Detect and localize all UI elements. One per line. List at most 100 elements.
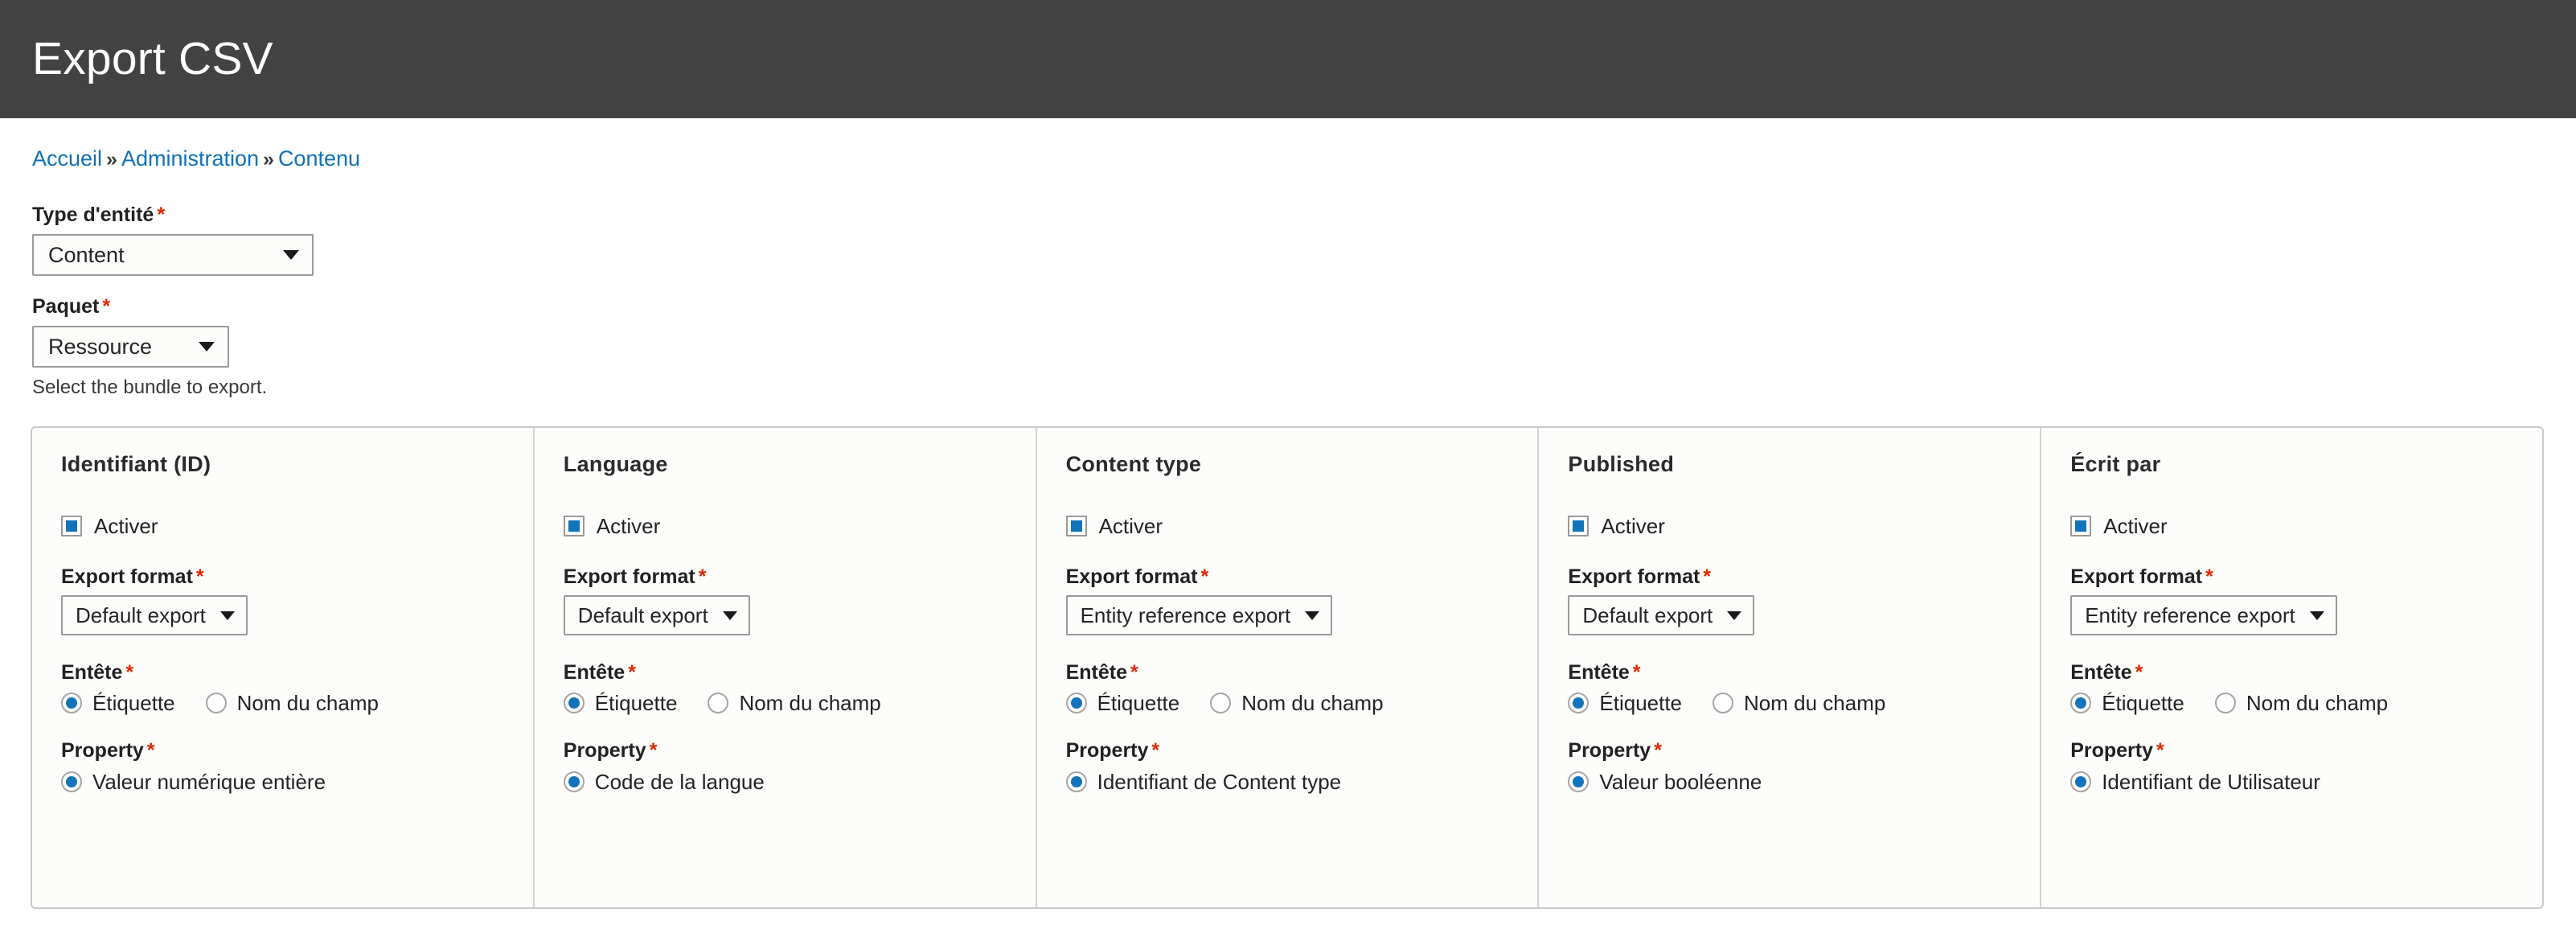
chevron-down-icon bbox=[2309, 610, 2324, 620]
header-option-nom-du-champ[interactable]: Nom du champ bbox=[1713, 693, 1885, 713]
export-format-select[interactable]: Entity reference export bbox=[2070, 595, 2337, 635]
header-option-nom-du-champ[interactable]: Nom du champ bbox=[708, 691, 881, 715]
radio-icon[interactable] bbox=[1065, 693, 1087, 713]
radio-icon[interactable] bbox=[61, 771, 82, 792]
header-label: Entête * bbox=[563, 661, 636, 684]
radio-icon[interactable] bbox=[563, 693, 585, 713]
page-title: Export CSV bbox=[32, 33, 273, 84]
property-label: Property * bbox=[563, 739, 658, 762]
page-header: Export CSV bbox=[0, 0, 2576, 118]
field-column-title: Content type bbox=[1065, 452, 1202, 476]
enable-checkbox-row[interactable]: Activer bbox=[61, 516, 533, 536]
enable-checkbox-row[interactable]: Activer bbox=[2070, 516, 2542, 536]
entity-type-label: Type d'entité * bbox=[32, 205, 2576, 225]
radio-icon[interactable] bbox=[1568, 693, 1589, 713]
radio-icon[interactable] bbox=[1065, 771, 1087, 792]
field-column: Identifiant (ID) Activer Export format * … bbox=[32, 428, 535, 907]
bundle-description: Select the bundle to export. bbox=[32, 376, 268, 398]
breadcrumb-separator: » bbox=[106, 148, 117, 171]
breadcrumb-link-contenu[interactable]: Contenu bbox=[278, 146, 360, 171]
enable-checkbox-row[interactable]: Activer bbox=[1065, 514, 1538, 538]
header-label: Entête * bbox=[2070, 661, 2143, 684]
breadcrumb-link-administration[interactable]: Administration bbox=[121, 146, 259, 171]
export-format-value: Default export bbox=[577, 602, 708, 627]
radio-icon[interactable] bbox=[1210, 693, 1232, 713]
header-option-label: Étiquette bbox=[1097, 691, 1180, 715]
header-option-etiquette[interactable]: Étiquette bbox=[1065, 691, 1180, 715]
enable-checkbox[interactable] bbox=[61, 516, 82, 536]
header-option-label: Étiquette bbox=[92, 691, 175, 715]
enable-checkbox-row[interactable]: Activer bbox=[563, 516, 1036, 536]
entity-type-value: Content bbox=[48, 242, 125, 267]
header-radio-row: Étiquette Nom du champ bbox=[1065, 691, 1538, 715]
export-format-label: Export format * bbox=[61, 565, 204, 588]
property-option-label: Code de la langue bbox=[594, 770, 765, 794]
property-option-label: Valeur booléenne bbox=[1599, 770, 1762, 794]
header-option-etiquette[interactable]: Étiquette bbox=[563, 693, 677, 713]
bundle-label-text: Paquet bbox=[32, 295, 100, 318]
property-option-label: Identifiant de Utilisateur bbox=[2102, 770, 2320, 794]
field-column-title: Language bbox=[563, 452, 668, 476]
property-radio-row: Valeur booléenne bbox=[1568, 771, 2040, 792]
radio-icon[interactable] bbox=[1568, 771, 1589, 792]
radio-icon[interactable] bbox=[61, 693, 82, 713]
export-format-select[interactable]: Default export bbox=[1568, 595, 1755, 635]
header-option-nom-du-champ[interactable]: Nom du champ bbox=[1210, 691, 1384, 715]
header-option-etiquette[interactable]: Étiquette bbox=[61, 693, 175, 713]
enable-checkbox-row[interactable]: Activer bbox=[1568, 516, 2040, 536]
radio-icon[interactable] bbox=[563, 771, 585, 792]
radio-icon[interactable] bbox=[2070, 771, 2092, 792]
columns-wrapper: Identifiant (ID) Activer Export format * … bbox=[0, 426, 2576, 909]
breadcrumb-separator: » bbox=[263, 148, 274, 171]
property-option[interactable]: Identifiant de Content type bbox=[1065, 770, 1342, 794]
enable-checkbox[interactable] bbox=[1568, 516, 1589, 536]
radio-icon[interactable] bbox=[205, 693, 227, 713]
header-group: Entête * Étiquette Nom du champ bbox=[563, 661, 1036, 715]
header-option-label: Nom du champ bbox=[1744, 691, 1886, 715]
export-format-select[interactable]: Default export bbox=[563, 595, 750, 635]
header-option-label: Nom du champ bbox=[739, 691, 881, 715]
header-option-etiquette[interactable]: Étiquette bbox=[2070, 693, 2184, 713]
enable-checkbox-label: Activer bbox=[1098, 514, 1163, 538]
radio-icon[interactable] bbox=[1713, 693, 1734, 713]
enable-checkbox[interactable] bbox=[563, 516, 585, 536]
entity-type-select[interactable]: Content bbox=[32, 234, 314, 276]
export-format-group: Export format * Entity reference export bbox=[1065, 567, 1538, 635]
export-format-select[interactable]: Default export bbox=[61, 595, 248, 635]
header-label: Entête * bbox=[61, 661, 134, 684]
header-option-label: Nom du champ bbox=[236, 691, 379, 715]
property-group: Property * Valeur numérique entière bbox=[61, 741, 533, 792]
breadcrumb: Accueil» Administration» Contenu bbox=[0, 118, 2576, 170]
export-format-group: Export format * Entity reference export bbox=[2070, 567, 2542, 635]
field-column: Écrit par Activer Export format * Entity … bbox=[2041, 428, 2542, 907]
header-group: Entête * Étiquette Nom du champ bbox=[2070, 663, 2542, 713]
enable-checkbox[interactable] bbox=[1065, 516, 1087, 536]
property-option[interactable]: Identifiant de Utilisateur bbox=[2070, 771, 2320, 792]
property-option-label: Identifiant de Content type bbox=[1097, 770, 1342, 794]
enable-checkbox-label: Activer bbox=[94, 514, 158, 538]
radio-icon[interactable] bbox=[2070, 693, 2092, 713]
header-option-nom-du-champ[interactable]: Nom du champ bbox=[205, 691, 379, 715]
required-marker: * bbox=[102, 295, 111, 318]
export-format-select[interactable]: Entity reference export bbox=[1065, 595, 1333, 635]
breadcrumb-link-accueil[interactable]: Accueil bbox=[32, 146, 102, 171]
header-group: Entête * Étiquette Nom du champ bbox=[1568, 663, 2040, 713]
header-option-label: Étiquette bbox=[1599, 691, 1683, 715]
header-option-etiquette[interactable]: Étiquette bbox=[1568, 693, 1682, 713]
bundle-select[interactable]: Ressource bbox=[32, 326, 229, 368]
radio-icon[interactable] bbox=[708, 693, 729, 713]
field-column: Language Activer Export format * Default … bbox=[535, 428, 1037, 907]
property-radio-row: Identifiant de Utilisateur bbox=[2070, 771, 2542, 792]
export-format-group: Export format * Default export bbox=[61, 567, 533, 635]
enable-checkbox[interactable] bbox=[2070, 516, 2092, 536]
export-format-label: Export format * bbox=[1568, 565, 1712, 588]
header-option-label: Nom du champ bbox=[1241, 691, 1384, 715]
enable-checkbox-label: Activer bbox=[2103, 514, 2168, 538]
header-option-nom-du-champ[interactable]: Nom du champ bbox=[2214, 693, 2388, 713]
property-option[interactable]: Valeur numérique entière bbox=[61, 771, 326, 792]
property-option[interactable]: Code de la langue bbox=[563, 770, 765, 794]
radio-icon[interactable] bbox=[2214, 693, 2236, 713]
export-format-value: Entity reference export bbox=[2085, 602, 2295, 627]
property-option[interactable]: Valeur booléenne bbox=[1568, 771, 1762, 792]
bundle-label: Paquet * bbox=[32, 297, 2576, 317]
